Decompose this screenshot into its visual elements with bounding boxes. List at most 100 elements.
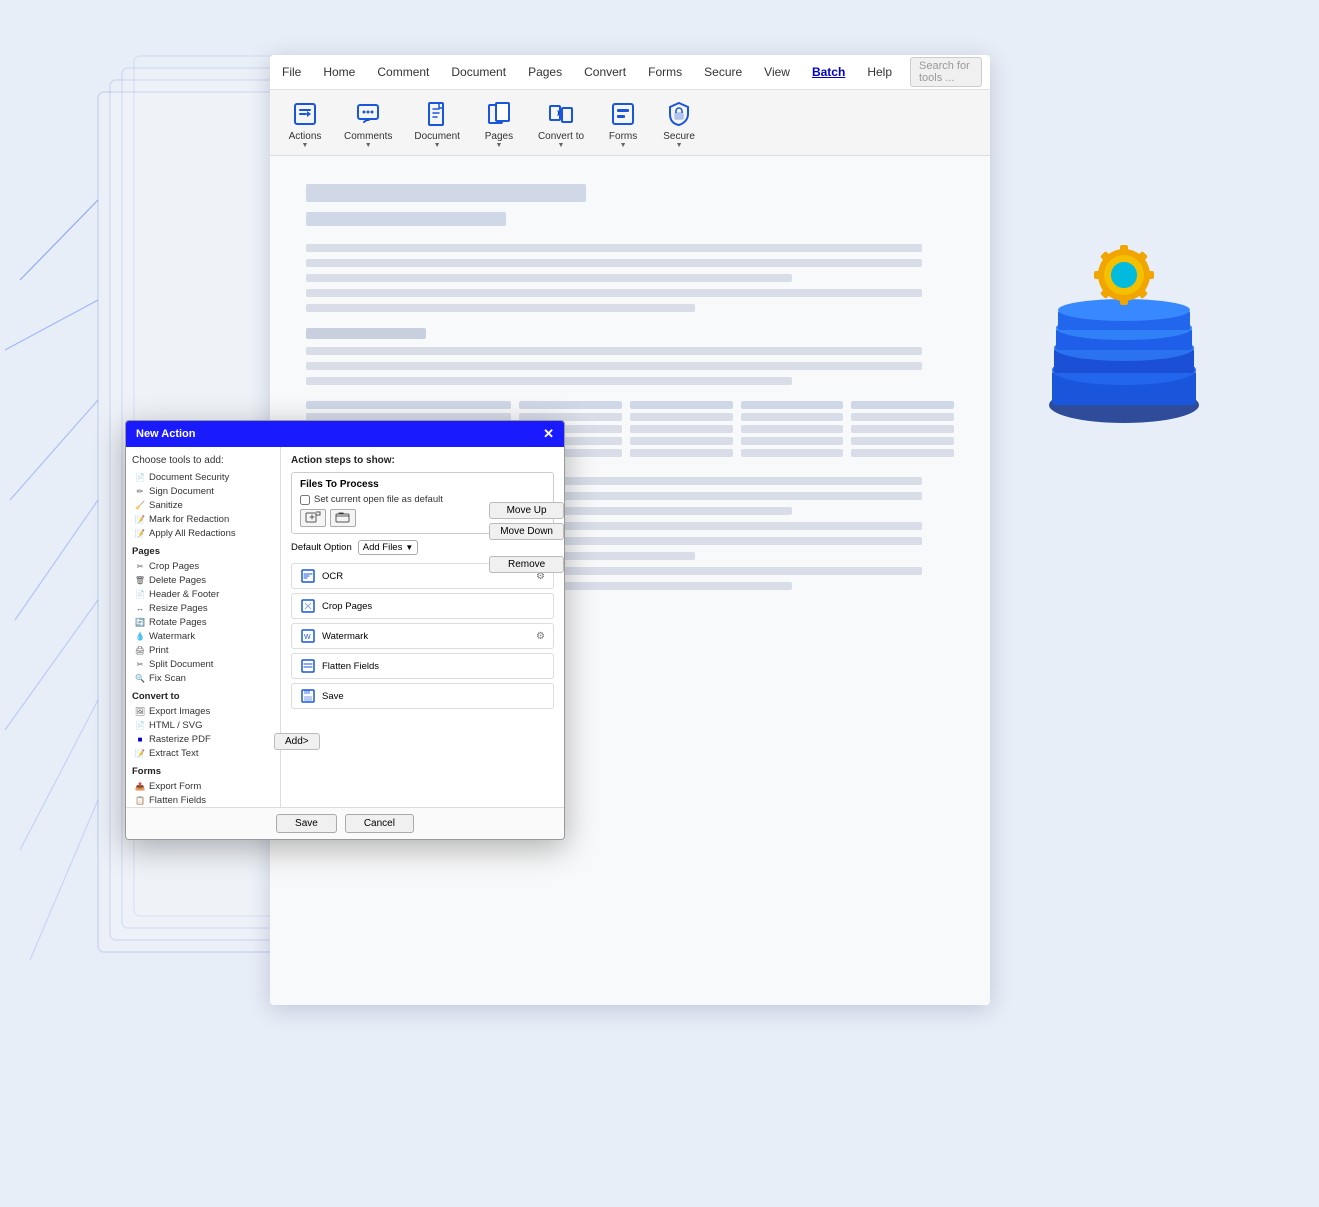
step-crop-pages[interactable]: Crop Pages	[291, 593, 554, 619]
actions-label: Actions	[289, 131, 322, 142]
doc-title-placeholder	[306, 184, 586, 202]
rasterize-pdf-icon: ■	[134, 733, 146, 745]
action-steps-list: OCR ⚙ Crop Pages W Watermark ⚙	[291, 563, 554, 709]
dialog-title-bar: New Action ✕	[126, 421, 564, 447]
default-option-label: Default Option	[291, 542, 352, 553]
dialog-close-button[interactable]: ✕	[543, 426, 554, 442]
left-item-export-form[interactable]: 📤 Export Form	[132, 779, 274, 793]
menu-file[interactable]: File	[278, 62, 305, 82]
menu-forms[interactable]: Forms	[644, 62, 686, 82]
apply-redactions-icon: 📝	[134, 527, 146, 539]
dialog-title: New Action	[136, 428, 196, 440]
left-item-sanitize[interactable]: 🧹 Sanitize	[132, 498, 274, 512]
browse-folder-button[interactable]	[330, 509, 356, 527]
step-crop-label: Crop Pages	[322, 601, 372, 612]
forms-section-title: Forms	[132, 766, 274, 777]
flatten-fields-icon: 📋	[134, 794, 146, 806]
print-icon: 🖨	[134, 644, 146, 656]
actions-icon	[289, 98, 321, 130]
left-item-html-svg[interactable]: 📄 HTML / SVG	[132, 718, 274, 732]
pages-icon	[483, 98, 515, 130]
step-watermark-label: Watermark	[322, 631, 368, 642]
split-document-icon: ✂	[134, 658, 146, 670]
secure-icon	[663, 98, 695, 130]
menu-view[interactable]: View	[760, 62, 794, 82]
flatten-step-icon	[300, 658, 316, 674]
toolbar-document[interactable]: Document ▼	[404, 94, 470, 153]
watermark-settings-icon[interactable]: ⚙	[536, 631, 545, 642]
pages-section-title: Pages	[132, 546, 274, 557]
menu-batch[interactable]: Batch	[808, 62, 849, 82]
move-up-button[interactable]: Move Up	[489, 502, 564, 519]
menu-secure[interactable]: Secure	[700, 62, 746, 82]
menu-pages[interactable]: Pages	[524, 62, 566, 82]
step-flatten-fields[interactable]: Flatten Fields	[291, 653, 554, 679]
default-option-select[interactable]: Add Files ▼	[358, 540, 419, 555]
dialog-right-panel: Action steps to show: Files To Process S…	[281, 447, 564, 807]
gear-stack-illustration	[1024, 230, 1224, 430]
export-images-icon: 🖼	[134, 705, 146, 717]
left-item-watermark[interactable]: 💧 Watermark	[132, 629, 274, 643]
dialog-save-button[interactable]: Save	[276, 814, 337, 833]
doc-subtitle-placeholder	[306, 212, 506, 226]
watermark-icon: 💧	[134, 630, 146, 642]
menu-home[interactable]: Home	[319, 62, 359, 82]
add-file-button[interactable]	[300, 509, 326, 527]
document-security-icon: 📄	[134, 471, 146, 483]
set-current-checkbox[interactable]	[300, 495, 310, 505]
left-item-split-document[interactable]: ✂ Split Document	[132, 657, 274, 671]
left-item-mark-redaction[interactable]: 📝 Mark for Redaction	[132, 512, 274, 526]
crop-pages-step-icon	[300, 598, 316, 614]
left-item-fix-scan[interactable]: 🔍 Fix Scan	[132, 671, 274, 685]
toolbar-comments[interactable]: Comments ▼	[334, 94, 402, 153]
left-item-crop-pages[interactable]: ✂ Crop Pages	[132, 559, 274, 573]
mark-redaction-icon: 📝	[134, 513, 146, 525]
files-title: Files To Process	[300, 479, 545, 490]
dialog-cancel-button[interactable]: Cancel	[345, 814, 414, 833]
toolbar-pages[interactable]: Pages ▼	[472, 94, 526, 153]
add-button[interactable]: Add>	[274, 733, 320, 750]
rotate-pages-icon: 🔄	[134, 616, 146, 628]
step-ocr-label: OCR	[322, 571, 343, 582]
menu-bar: File Home Comment Document Pages Convert…	[270, 55, 990, 90]
toolbar-convert[interactable]: Convert to ▼	[528, 94, 594, 153]
toolbar-forms[interactable]: Forms ▼	[596, 94, 650, 153]
left-item-document-security[interactable]: 📄 Document Security	[132, 470, 274, 484]
left-item-export-images[interactable]: 🖼 Export Images	[132, 704, 274, 718]
left-item-rasterize-pdf[interactable]: ■ Rasterize PDF	[132, 732, 274, 746]
extract-text-icon: 📝	[134, 747, 146, 759]
left-item-sign-document[interactable]: ✏ Sign Document	[132, 484, 274, 498]
header-footer-icon: 📄	[134, 588, 146, 600]
secure-label: Secure	[663, 131, 695, 142]
left-item-apply-redactions[interactable]: 📝 Apply All Redactions	[132, 526, 274, 540]
toolbar: Actions ▼ Comments ▼ Document ▼	[270, 90, 990, 155]
left-item-delete-pages[interactable]: 🗑 Delete Pages	[132, 573, 274, 587]
document-label: Document	[414, 131, 460, 142]
html-svg-icon: 📄	[134, 719, 146, 731]
dialog-body: Choose tools to add: 📄 Document Security…	[126, 447, 564, 807]
step-watermark[interactable]: W Watermark ⚙	[291, 623, 554, 649]
left-item-extract-text[interactable]: 📝 Extract Text	[132, 746, 274, 760]
menu-document[interactable]: Document	[447, 62, 510, 82]
left-item-header-footer[interactable]: 📄 Header & Footer	[132, 587, 274, 601]
left-item-resize-pages[interactable]: ↔ Resize Pages	[132, 601, 274, 615]
menu-comment[interactable]: Comment	[373, 62, 433, 82]
remove-button[interactable]: Remove	[489, 556, 564, 573]
action-steps-title: Action steps to show:	[291, 455, 554, 466]
svg-text:W: W	[304, 634, 311, 641]
sign-document-icon: ✏	[134, 485, 146, 497]
left-item-flatten-fields[interactable]: 📋 Flatten Fields	[132, 793, 274, 807]
fix-scan-icon: 🔍	[134, 672, 146, 684]
left-item-rotate-pages[interactable]: 🔄 Rotate Pages	[132, 615, 274, 629]
menu-help[interactable]: Help	[863, 62, 896, 82]
document-icon	[421, 98, 453, 130]
menu-convert[interactable]: Convert	[580, 62, 630, 82]
move-down-button[interactable]: Move Down	[489, 523, 564, 540]
toolbar-actions[interactable]: Actions ▼	[278, 94, 332, 153]
step-save-label: Save	[322, 691, 344, 702]
export-form-icon: 📤	[134, 780, 146, 792]
step-save[interactable]: Save	[291, 683, 554, 709]
search-box[interactable]: Search for tools ...	[910, 57, 982, 87]
left-item-print[interactable]: 🖨 Print	[132, 643, 274, 657]
toolbar-secure[interactable]: Secure ▼	[652, 94, 706, 153]
